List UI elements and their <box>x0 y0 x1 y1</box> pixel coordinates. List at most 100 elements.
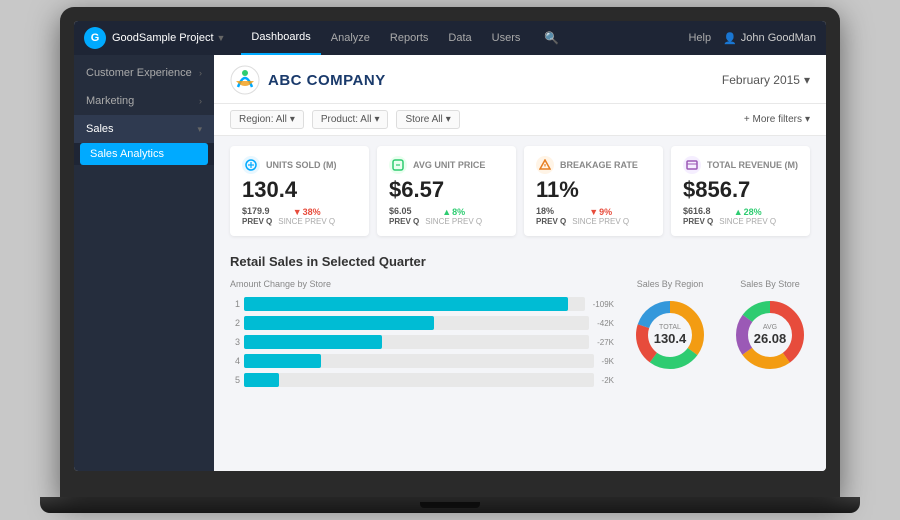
app-logo: G <box>84 27 106 49</box>
kpi-since-revenue: SINCE PREV Q <box>719 217 776 226</box>
tab-data[interactable]: Data <box>438 21 481 55</box>
kpi-since-breakage: SINCE PREV Q <box>572 217 629 226</box>
company-logo-area: ABC Company <box>230 65 386 95</box>
more-filters-button[interactable]: + More filters ▾ <box>744 114 810 125</box>
kpi-header: Breakage Rate <box>536 156 651 174</box>
project-name[interactable]: GoodSample Project ▼ <box>112 32 225 44</box>
bar-chart: Amount Change by Store 1 -109K 2 -42K 3 … <box>230 279 614 392</box>
bar-value: -109K <box>593 300 614 309</box>
tab-reports[interactable]: Reports <box>380 21 439 55</box>
kpi-header: Avg Unit Price <box>389 156 504 174</box>
kpi-change-revenue: ▲ 28% <box>734 207 762 217</box>
kpi-sub-revenue: $616.8 PREV Q ▲ 28% SINCE PREV Q <box>683 206 798 226</box>
content-header: ABC Company February 2015 ▾ <box>214 55 826 104</box>
help-link[interactable]: Help <box>688 32 711 44</box>
revenue-icon <box>683 156 701 174</box>
date-selector[interactable]: February 2015 ▾ <box>722 73 810 87</box>
main-area: Customer Experience › Marketing › Sales … <box>74 55 826 471</box>
donut-store-label: AVG <box>754 324 787 331</box>
donut-store-value: 26.08 <box>754 331 787 346</box>
bar-fill <box>244 373 279 387</box>
donut-region-label: TOTAL <box>654 324 687 331</box>
bar-label: 1 <box>230 299 240 309</box>
filter-product[interactable]: Product: All ▾ <box>312 110 389 129</box>
bar-row: 4 -9K <box>230 354 614 368</box>
sidebar-item-sales[interactable]: Sales ▾ <box>74 115 214 143</box>
bar-background <box>244 373 594 387</box>
kpi-change-breakage: ▼ 9% <box>589 207 612 217</box>
bar-chart-title: Amount Change by Store <box>230 279 614 289</box>
kpi-sub-units: $179.9 PREV Q ▼ 38% SINCE PREV Q <box>242 206 357 226</box>
section-title: Retail Sales in Selected Quarter <box>230 254 810 269</box>
donut-sales-store: Sales By Store <box>730 279 810 375</box>
kpi-header: Units Sold (M) <box>242 156 357 174</box>
breakage-icon <box>536 156 554 174</box>
kpi-units-sold: Units Sold (M) 130.4 $179.9 PREV Q ▼ 38% <box>230 146 369 236</box>
kpi-total-revenue: Total Revenue (M) $856.7 $616.8 PREV Q ▲… <box>671 146 810 236</box>
tab-users[interactable]: Users <box>482 21 531 55</box>
bar-background <box>244 316 589 330</box>
user-menu[interactable]: 👤 John GoodMan <box>723 32 816 45</box>
bar-label: 5 <box>230 375 240 385</box>
kpi-since-units: SINCE PREV Q <box>278 217 335 226</box>
user-name: John GoodMan <box>741 32 816 44</box>
tab-analyze[interactable]: Analyze <box>321 21 380 55</box>
filter-region[interactable]: Region: All ▾ <box>230 110 304 129</box>
bar-value: -9K <box>602 357 614 366</box>
kpi-avg-unit-price: Avg Unit Price $6.57 $6.05 PREV Q ▲ 8% <box>377 146 516 236</box>
bar-value: -42K <box>597 319 614 328</box>
bar-row: 3 -27K <box>230 335 614 349</box>
bar-fill <box>244 297 568 311</box>
kpi-since-price: SINCE PREV Q <box>425 217 482 226</box>
search-icon[interactable]: 🔍 <box>544 31 559 45</box>
donut-store-title: Sales By Store <box>730 279 810 289</box>
sidebar-label-customer: Customer Experience <box>86 67 192 79</box>
bar-label: 2 <box>230 318 240 328</box>
kpi-sub-price: $6.05 PREV Q ▲ 8% SINCE PREV Q <box>389 206 504 226</box>
chevron-down-icon: ▾ <box>446 114 451 125</box>
bar-fill <box>244 354 321 368</box>
company-name: ABC Company <box>268 72 386 89</box>
sidebar-sub-section: Sales Analytics <box>74 143 214 165</box>
kpi-sub-breakage: 18% PREV Q ▼ 9% SINCE PREV Q <box>536 206 651 226</box>
kpi-prev-revenue: $616.8 PREV Q <box>683 206 713 226</box>
kpi-title-revenue: Total Revenue (M) <box>707 160 798 170</box>
charts-section: Retail Sales in Selected Quarter Amount … <box>214 246 826 471</box>
chevron-down-icon: ▾ <box>804 73 810 87</box>
kpi-title-price: Avg Unit Price <box>413 160 485 170</box>
bar-chart-bars: 1 -109K 2 -42K 3 -27K 4 -9K 5 -2K <box>230 297 614 387</box>
top-navigation: G GoodSample Project ▼ Dashboards Analyz… <box>74 21 826 55</box>
tab-dashboards[interactable]: Dashboards <box>241 21 320 55</box>
charts-row: Amount Change by Store 1 -109K 2 -42K 3 … <box>230 279 810 392</box>
bar-fill <box>244 335 382 349</box>
kpi-title-breakage: Breakage Rate <box>560 160 638 170</box>
sidebar-item-sales-analytics[interactable]: Sales Analytics <box>80 143 208 165</box>
kpi-title-units: Units Sold (M) <box>266 160 337 170</box>
kpi-change-price: ▲ 8% <box>442 207 465 217</box>
bar-value: -2K <box>602 376 614 385</box>
sidebar: Customer Experience › Marketing › Sales … <box>74 55 214 471</box>
bar-label: 4 <box>230 356 240 366</box>
sidebar-item-customer-experience[interactable]: Customer Experience › <box>74 59 214 87</box>
donut-region-title: Sales By Region <box>630 279 710 289</box>
kpi-breakage-rate: Breakage Rate 11% 18% PREV Q ▼ 9% <box>524 146 663 236</box>
kpi-value-revenue: $856.7 <box>683 178 798 202</box>
chevron-down-icon: ▾ <box>374 114 379 125</box>
laptop-notch <box>420 502 480 508</box>
bar-fill <box>244 316 434 330</box>
kpi-value-breakage: 11% <box>536 178 651 202</box>
filter-store[interactable]: Store All ▾ <box>396 110 459 129</box>
bar-row: 5 -2K <box>230 373 614 387</box>
kpi-prev-units: $179.9 PREV Q <box>242 206 272 226</box>
kpi-prev-breakage: 18% PREV Q <box>536 206 566 226</box>
bar-row: 2 -42K <box>230 316 614 330</box>
date-label: February 2015 <box>722 73 800 87</box>
sidebar-item-marketing[interactable]: Marketing › <box>74 87 214 115</box>
sidebar-label-sales: Sales <box>86 123 114 135</box>
laptop-base <box>40 497 860 513</box>
kpi-value-units: 130.4 <box>242 178 357 202</box>
content-area: ABC Company February 2015 ▾ Region: All … <box>214 55 826 471</box>
kpi-value-price: $6.57 <box>389 178 504 202</box>
bar-value: -27K <box>597 338 614 347</box>
donut-region-value: 130.4 <box>654 331 687 346</box>
